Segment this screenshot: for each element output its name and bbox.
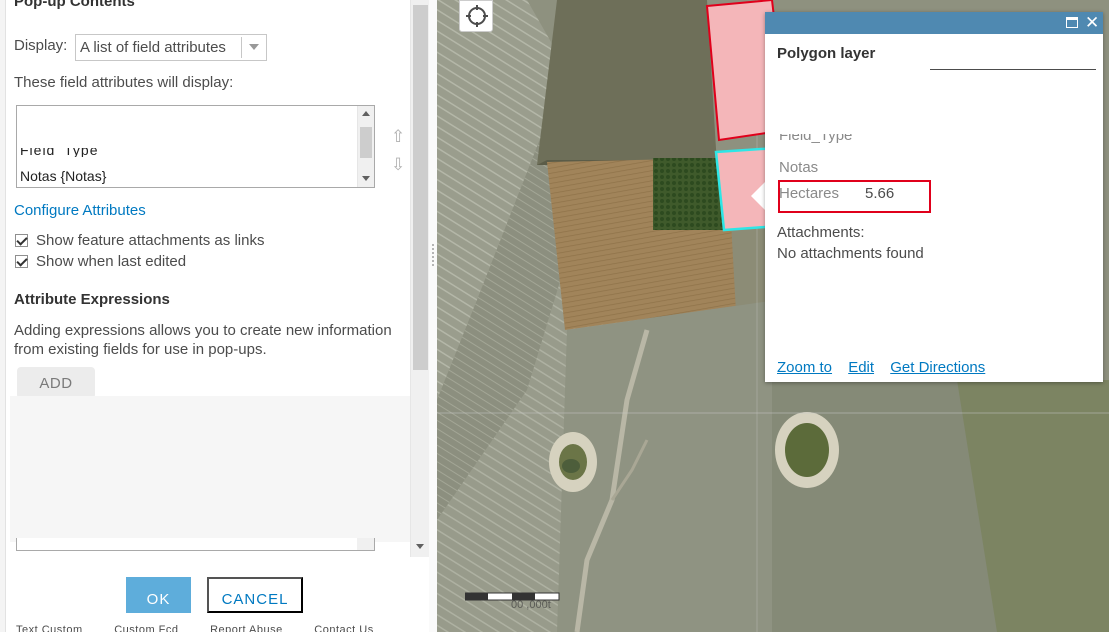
scroll-down-icon[interactable] [416, 544, 424, 549]
fields-caption: These field attributes will display: [14, 74, 234, 91]
footer-link[interactable]: Text Custom [16, 624, 83, 632]
zoom-to-link[interactable]: Zoom to [777, 359, 832, 376]
move-up-icon[interactable]: ⇧ [391, 127, 405, 147]
close-icon[interactable]: ✕ [1085, 12, 1099, 34]
field-attribute-list[interactable]: Field_Type Notas {Notas} [16, 105, 375, 188]
ok-button[interactable]: OK [126, 577, 191, 613]
footer-link[interactable]: Report Abuse [210, 624, 283, 632]
popup-actions: Zoom to Edit Get Directions [777, 359, 997, 376]
attribute-expressions-description: Adding expressions allows you to create … [14, 322, 392, 358]
footer-link[interactable]: Contact Us [314, 624, 373, 632]
obscured-field-scrollbar [357, 538, 374, 550]
field-notas-label: Notas [779, 159, 819, 176]
configure-attributes-link[interactable]: Configure Attributes [14, 202, 146, 219]
show-last-edited-label: Show when last edited [36, 253, 187, 270]
show-last-edited-checkbox-row[interactable]: Show when last edited [15, 253, 186, 270]
list-item-partial[interactable]: Field_Type [20, 148, 98, 157]
panel-splitter[interactable] [429, 0, 437, 632]
checkbox-checked-icon[interactable] [15, 255, 28, 268]
scroll-up-icon[interactable] [362, 111, 370, 116]
scroll-thumb[interactable] [360, 127, 372, 158]
display-label: Display: [14, 37, 68, 54]
obscured-field [16, 538, 375, 551]
show-attachments-label: Show feature attachments as links [36, 232, 265, 249]
panel-scrollbar[interactable] [410, 0, 429, 557]
highlight-annotation [778, 180, 931, 213]
get-directions-link[interactable]: Get Directions [890, 359, 985, 376]
cancel-button[interactable]: CANCEL [207, 577, 303, 613]
popup-config-panel: Pop-up Contents Display: A list of field… [0, 0, 437, 632]
move-down-icon[interactable]: ⇩ [391, 155, 405, 175]
footer-links: Text Custom Custom Fcd Report Abuse Cont… [16, 624, 402, 632]
panel-edge [0, 0, 6, 632]
splitter-grip-icon[interactable] [432, 244, 434, 266]
scale-label: 00 ,000t [511, 599, 551, 611]
scroll-down-icon[interactable] [362, 176, 370, 181]
attribute-expressions-title: Attribute Expressions [14, 291, 170, 308]
attachments-value: No attachments found [777, 245, 924, 262]
title-divider [930, 69, 1096, 70]
list-scrollbar[interactable] [357, 106, 374, 187]
clipped-field-label: Field_Type [779, 134, 853, 144]
chevron-down-icon[interactable] [249, 44, 259, 50]
panel-scroll-thumb[interactable] [413, 5, 428, 370]
popup-title: Polygon layer [777, 45, 876, 62]
locate-button[interactable] [459, 0, 493, 32]
show-attachments-checkbox-row[interactable]: Show feature attachments as links [15, 232, 264, 249]
maximize-icon[interactable] [1066, 17, 1078, 28]
add-expression-button[interactable]: ADD [17, 367, 95, 399]
checkbox-checked-icon[interactable] [15, 234, 28, 247]
panel-title: Pop-up Contents [14, 0, 135, 10]
display-select-value: A list of field attributes [80, 39, 226, 56]
blank-overlay [10, 396, 410, 542]
attachments-label: Attachments: [777, 224, 865, 241]
select-divider [241, 37, 242, 58]
list-item[interactable]: Notas {Notas} [20, 168, 106, 184]
crosshair-icon [466, 5, 488, 27]
display-select[interactable]: A list of field attributes [75, 34, 267, 61]
popup-pointer [751, 182, 765, 210]
popup-header: ✕ [765, 12, 1103, 34]
edit-link[interactable]: Edit [848, 359, 874, 376]
footer-link[interactable]: Custom Fcd [114, 624, 178, 632]
